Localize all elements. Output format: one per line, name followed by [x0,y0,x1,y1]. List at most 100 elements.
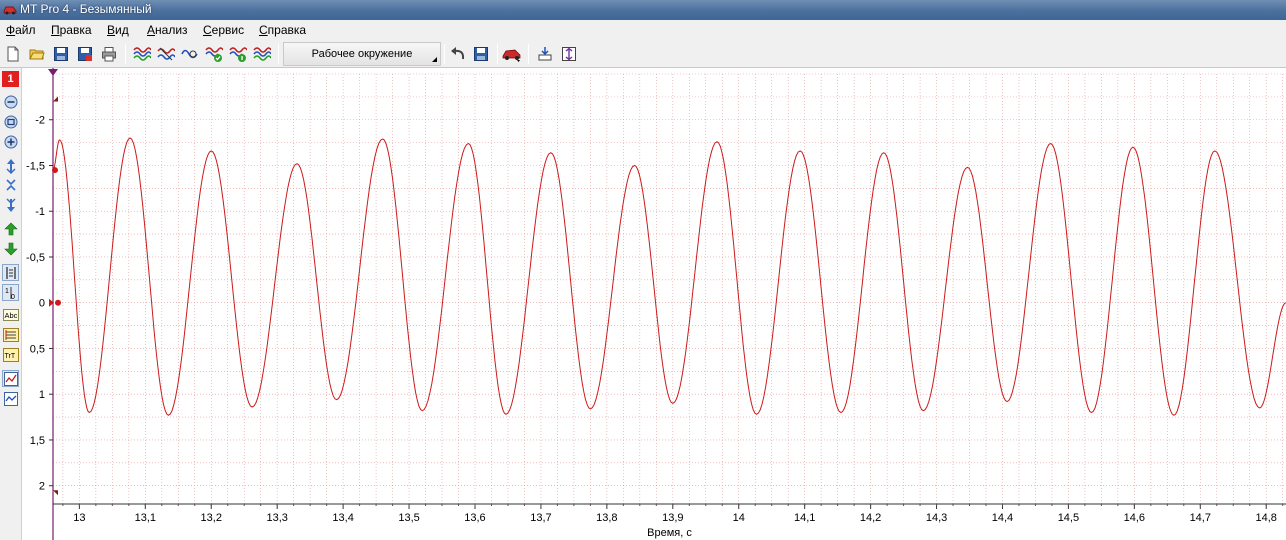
label-abc-button[interactable]: Abc [2,306,19,323]
x-tick-label: 14,3 [926,512,947,524]
zoom-in-icon [4,135,17,148]
chart-alt-button[interactable] [2,390,19,407]
x-tick-label: 13 [73,512,85,524]
zero-level-dot [55,299,61,306]
signal-multi-button[interactable] [156,44,176,64]
signal-filter-button[interactable] [180,44,200,64]
x-tick-label: 14,4 [992,512,1013,524]
open-folder-icon [29,49,45,60]
layout-save-icon [474,47,488,61]
menu-analysis[interactable]: Анализ [147,23,188,37]
toolbar-separator [444,44,445,64]
y-tick-label: 1,5 [30,435,45,447]
y-tick-label: 0,5 [30,343,45,355]
save-button[interactable] [51,44,71,64]
label-abc-icon: Abc [2,308,19,321]
scale-down-button[interactable] [2,196,19,213]
trigger-level-dot [52,167,58,174]
cursor-values-icon: 10 [5,286,15,300]
undo-button[interactable] [448,44,468,64]
cursor-button[interactable] [535,44,555,64]
y-tick-label: -2 [35,115,45,127]
menu-view[interactable]: Вид [107,23,129,37]
zoom-in-button[interactable] [2,133,19,150]
signal-check-button[interactable] [204,44,224,64]
plot-background [22,68,1286,540]
y-tick-label: -1,5 [26,160,45,172]
x-axis-title: Время, с [647,527,692,539]
save-as-icon [78,47,92,61]
signal-wave-button[interactable] [132,44,152,64]
x-tick-label: 13,2 [201,512,222,524]
move-down-button[interactable] [2,240,19,257]
signal-sync-button[interactable] [252,44,272,64]
signal-info-button[interactable] [228,44,248,64]
print-button[interactable] [99,44,119,64]
app-car-icon [3,6,17,15]
open-button[interactable] [27,44,47,64]
scale-up-icon [5,158,16,174]
save-as-button[interactable] [75,44,95,64]
cursor-lines-button[interactable] [2,264,19,281]
chart-view-icon [3,371,18,386]
zoom-vertical-icon [562,47,576,61]
measure-ttt-button[interactable]: TrT [2,346,19,363]
chart-view-button[interactable] [2,370,19,387]
signal-sync-icon [253,47,271,61]
layout-save-button[interactable] [471,44,491,64]
zoom-fit-icon [4,115,17,128]
zoom-fit-button[interactable] [2,113,19,130]
y-tick-label: 2 [39,481,45,493]
car-button[interactable] [502,44,522,64]
scale-up-button[interactable] [2,157,19,174]
x-tick-label: 14,5 [1058,512,1079,524]
svg-text:TrT: TrT [4,353,15,360]
menu-edit[interactable]: Правка [51,23,92,37]
x-tick-label: 14 [733,512,745,524]
scale-down-icon [5,197,16,212]
zoom-vertical-button[interactable] [559,44,579,64]
workspace-dropdown[interactable]: Рабочее окружение [283,42,441,66]
new-file-icon [7,46,19,62]
left-tool-panel: 1 10 Abc TrT [0,68,22,540]
scale-center-button[interactable] [2,176,19,193]
x-tick-label: 13,8 [596,512,617,524]
zoom-out-button[interactable] [2,93,19,110]
scale-center-icon [5,178,16,191]
print-icon [102,47,116,62]
car-icon [502,49,521,62]
dropdown-arrow-icon [432,57,437,62]
measure-list-icon [2,327,19,342]
toolbar-separator [278,44,279,64]
cursor-values-button[interactable]: 10 [2,284,19,301]
cursor-lines-icon [5,266,16,279]
move-up-icon [3,222,18,235]
toolbar-separator [125,44,126,64]
channel-number-badge[interactable]: 1 [2,71,19,87]
move-up-button[interactable] [2,220,19,237]
menu-service[interactable]: Сервис [203,23,244,37]
x-tick-label: 14,6 [1124,512,1145,524]
x-tick-label: 13,3 [266,512,287,524]
zoom-out-icon [4,95,17,108]
svg-text:0: 0 [11,294,15,300]
x-tick-label: 13,7 [530,512,551,524]
menu-help[interactable]: Справка [259,23,306,37]
y-tick-label: -0,5 [26,252,45,264]
menu-file[interactable]: Файл [6,23,36,37]
new-file-button[interactable] [3,44,23,64]
measure-list-button[interactable] [2,326,19,343]
move-down-icon [3,242,18,255]
menu-bar: Файл Правка Вид Анализ Сервис Справка [0,20,1286,40]
workspace-label: Рабочее окружение [311,48,413,60]
y-tick-label: -1 [35,206,45,218]
x-tick-label: 13,5 [398,512,419,524]
y-tick-label: 1 [39,389,45,401]
main-toolbar [0,40,1286,68]
cursor-icon [538,47,552,61]
x-tick-label: 14,8 [1256,512,1277,524]
y-tick-label: 0 [39,298,45,310]
oscilloscope-plot[interactable]: -2 -1,5 -1 -0,5 0 0,5 1 1,5 2 13 13,1 13,2 13,3 13,4… [22,68,1286,540]
toolbar-separator [528,44,529,64]
signal-info-icon [229,47,247,62]
